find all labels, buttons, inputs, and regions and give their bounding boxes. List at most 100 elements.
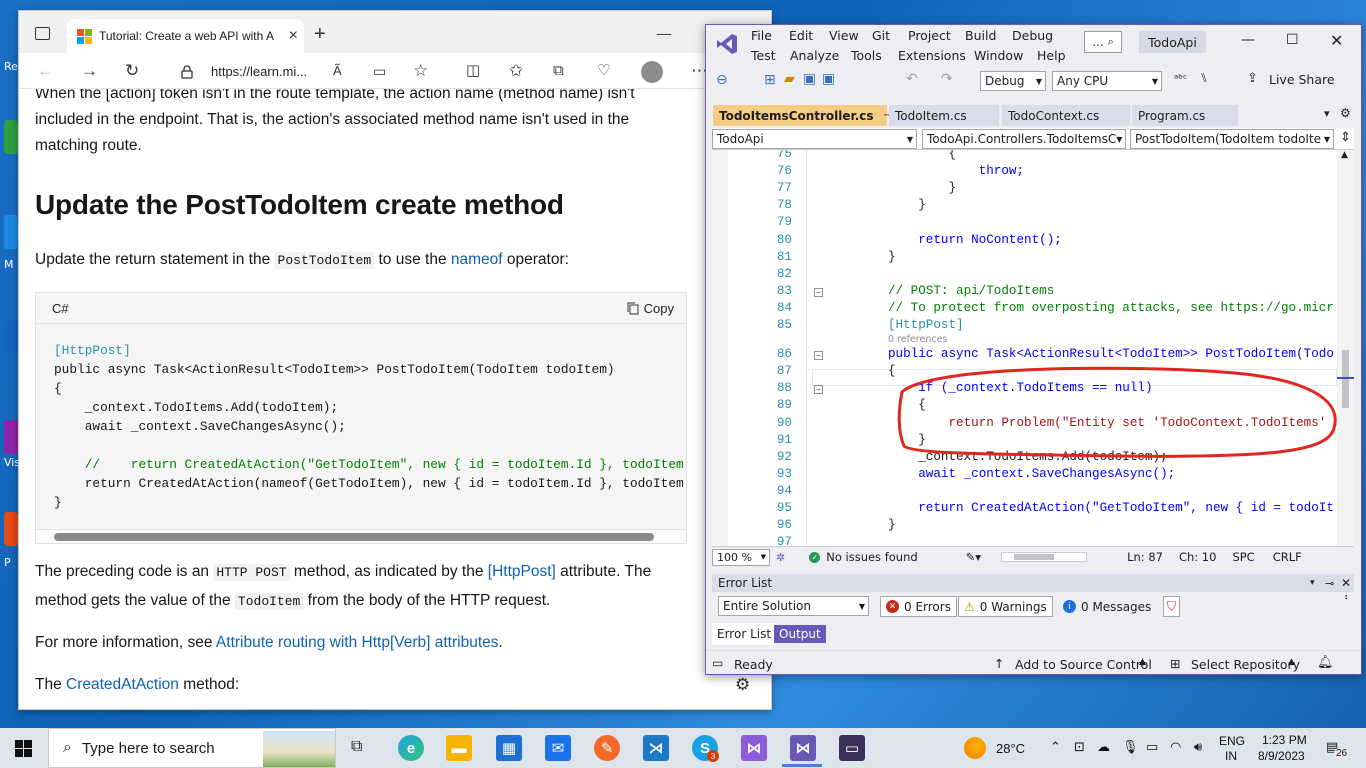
redo-icon[interactable]: ↷ [941, 71, 953, 87]
code-line[interactable]: 77 } [712, 181, 1337, 198]
code-line[interactable]: 81} [712, 250, 1337, 267]
mail-icon[interactable]: ✉ [545, 735, 571, 761]
settings-gear-icon[interactable]: ⚙ [735, 675, 750, 695]
menu-window[interactable]: Window [974, 48, 1023, 63]
nav-back-icon[interactable]: ⊖ [716, 72, 728, 88]
windows-start-icon[interactable] [15, 740, 32, 757]
cleanup-brush-icon[interactable]: ✎▾ [966, 550, 981, 564]
save-all-icon[interactable]: ▣ [822, 71, 835, 87]
scrollbar-thumb[interactable] [1014, 554, 1055, 560]
tab-todoitemscontroller[interactable]: TodoItemsController.cs ⊸ ✕ [713, 105, 913, 126]
desktop-app-icon[interactable] [4, 120, 18, 154]
language-indicator[interactable]: ENG [1219, 734, 1245, 748]
configuration-select[interactable]: Debug ▼ [980, 71, 1046, 91]
edge-taskbar-icon[interactable]: e [398, 735, 424, 761]
code-line[interactable]: 83 − // POST: api/TodoItems [712, 284, 1337, 301]
code-line[interactable]: 95 return CreatedAtAction("GetTodoItem",… [712, 501, 1337, 518]
scroll-up-icon[interactable]: ▲ [1341, 150, 1348, 160]
filter-button[interactable]: ⛉ [1163, 596, 1181, 617]
platform-select[interactable]: Any CPU ▼ [1052, 71, 1162, 91]
maximize-icon[interactable]: ☐ [1286, 32, 1299, 48]
code-line[interactable]: 80 return NoContent(); [712, 233, 1337, 250]
line-ending[interactable]: CRLF [1273, 550, 1302, 564]
new-tab-button[interactable]: + [314, 23, 326, 46]
menu-test[interactable]: Test [751, 48, 776, 63]
forward-arrow-icon[interactable]: → [81, 61, 98, 81]
feedback-icon[interactable]: ⑊ [1200, 71, 1208, 86]
collections-icon[interactable]: ⧉ [553, 61, 564, 81]
menu-view[interactable]: View [829, 28, 859, 43]
read-aloud-icon[interactable]: A᷉ [333, 61, 342, 81]
minimize-icon[interactable]: — [657, 25, 671, 41]
wifi-icon[interactable]: ◠ [1170, 739, 1181, 755]
desktop-app-icon[interactable] [4, 420, 18, 454]
spell-check-icon[interactable]: ᵃᵇᶜ [1174, 72, 1187, 85]
address-bar[interactable]: https://learn.mi... [169, 58, 352, 85]
messages-filter-button[interactable]: i 0 Messages [1057, 596, 1157, 617]
fold-toggle-icon[interactable]: − [814, 351, 823, 361]
notifications-bell-icon[interactable]: 🔔︎ [1317, 655, 1334, 670]
code-line[interactable]: 82 [712, 267, 1337, 284]
desktop-app-icon[interactable] [4, 512, 18, 546]
menu-build[interactable]: Build [965, 28, 996, 43]
copy-button[interactable]: Copy [627, 301, 674, 316]
menu-help[interactable]: Help [1037, 48, 1066, 63]
fold-toggle-icon[interactable]: − [814, 385, 823, 395]
clock-time[interactable]: 1:23 PM [1262, 733, 1307, 747]
language-region[interactable]: IN [1225, 749, 1237, 763]
code-line[interactable]: 97 [712, 535, 1337, 546]
vs-search-box[interactable]: ... ⌕ [1084, 31, 1122, 53]
weather-temperature[interactable]: 28°C [996, 741, 1025, 756]
browser-essentials-icon[interactable]: ♡ [597, 61, 610, 81]
desktop-app-icon[interactable] [4, 320, 18, 354]
tab-todocontext[interactable]: TodoContext.cs [1002, 105, 1130, 126]
live-share-button[interactable]: Live Share [1269, 72, 1335, 87]
desktop-label[interactable]: M [4, 258, 14, 271]
desktop-app-icon[interactable] [4, 215, 18, 249]
editor-vertical-scrollbar[interactable]: ▲ [1337, 150, 1354, 546]
visual-studio-taskbar-icon[interactable]: ⋈ [790, 735, 816, 761]
warnings-filter-button[interactable]: ⚠ 0 Warnings [958, 596, 1053, 617]
menu-tools[interactable]: Tools [851, 48, 882, 63]
code-line[interactable]: 94 [712, 484, 1337, 501]
split-screen-icon[interactable]: ◫ [466, 61, 480, 81]
code-editor[interactable]: 75 {76 throw; 77 } 78 } 79 80 return NoConte… [712, 150, 1337, 546]
code-line[interactable]: 96} [712, 518, 1337, 535]
minimize-icon[interactable]: — [1241, 32, 1255, 48]
clock-date[interactable]: 8/9/2023 [1258, 749, 1305, 763]
createdataction-link[interactable]: CreatedAtAction [66, 676, 179, 693]
save-icon[interactable]: ▣ [803, 71, 816, 87]
intellicode-icon[interactable]: ✲ [776, 551, 785, 564]
close-icon[interactable]: ✕ [1330, 31, 1343, 50]
select-repository-button[interactable]: Select Repository [1191, 657, 1300, 672]
file-explorer-icon[interactable]: ▬ [446, 735, 472, 761]
menu-project[interactable]: Project [908, 28, 951, 43]
tab-list-dropdown-icon[interactable]: ▾ [1324, 107, 1330, 120]
cloud-icon[interactable]: ☁ [1097, 739, 1110, 755]
scope-select[interactable]: Entire Solution ▼ [718, 596, 869, 616]
split-editor-icon[interactable]: ⇕ [1340, 130, 1351, 145]
refresh-icon[interactable]: ↻ [125, 61, 139, 81]
profile-avatar[interactable] [641, 61, 663, 83]
output-window-icon[interactable]: ▭ [712, 656, 723, 670]
vscode-icon[interactable]: ⋊ [643, 735, 669, 761]
favorite-star-icon[interactable]: ☆ [413, 61, 428, 81]
horizontal-scrollbar[interactable] [1001, 552, 1088, 562]
back-arrow-icon[interactable]: ← [37, 61, 54, 81]
attribute-routing-link[interactable]: Attribute routing with Http[Verb] attrib… [216, 634, 499, 651]
battery-icon[interactable]: ▭ [1146, 739, 1158, 755]
nameof-link[interactable]: nameof [451, 251, 503, 268]
errors-filter-button[interactable]: ✕ 0 Errors [880, 596, 957, 617]
close-icon[interactable]: ✕ [1341, 576, 1351, 590]
codelens-references[interactable]: 0 references [888, 334, 947, 345]
tab-error-list[interactable]: Error List [712, 623, 777, 645]
pin-icon[interactable]: ⊸ [1325, 577, 1334, 590]
code-line[interactable]: 75 { [712, 150, 1337, 164]
code-line[interactable]: 85 [HttpPost] [712, 318, 1337, 335]
terminal-icon[interactable]: ▭ [839, 735, 865, 761]
menu-debug[interactable]: Debug [1012, 28, 1053, 43]
menu-git[interactable]: Git [872, 28, 890, 43]
favorites-icon[interactable]: ✩ [509, 61, 523, 81]
overflow-icon[interactable]: ⠆ [1344, 592, 1351, 603]
httppost-link[interactable]: [HttpPost] [488, 563, 556, 580]
